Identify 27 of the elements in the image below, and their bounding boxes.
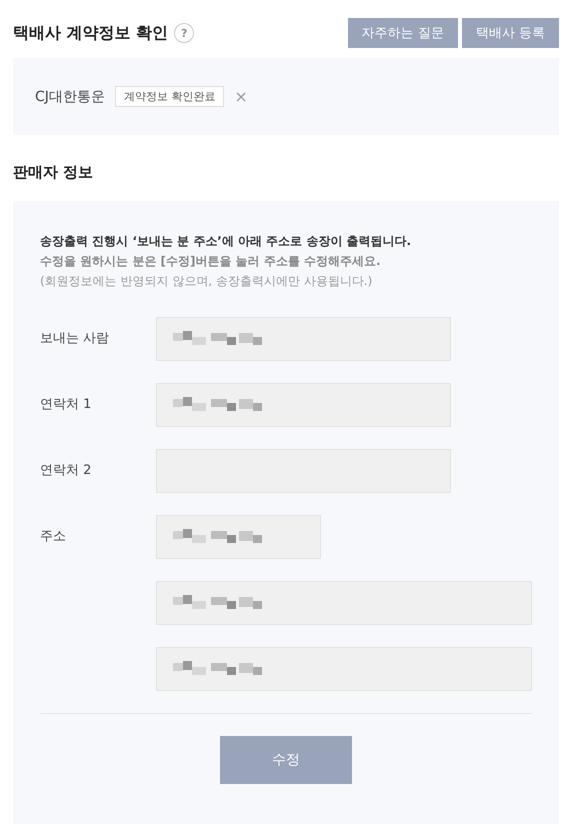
pixelated-text-icon	[173, 595, 263, 611]
pixelated-text-icon	[173, 661, 263, 677]
input-field[interactable]	[156, 581, 532, 625]
notice-text: (회원정보에는 반영되지 않으며, 송장출력시에만 사용됩니다.)	[40, 273, 374, 290]
carrier-name: CJ대한통운	[35, 88, 105, 106]
header-button[interactable]: 자주하는 질문	[348, 18, 458, 48]
pixelated-text-icon	[173, 331, 263, 347]
field-label: 연락처 1	[40, 396, 92, 414]
header-button[interactable]: 택배사 등록	[462, 18, 559, 48]
input-field[interactable]	[156, 449, 451, 493]
edit-button[interactable]: 수정	[220, 736, 352, 784]
field-label: 연락처 2	[40, 462, 92, 480]
field-label: 보내는 사람	[40, 330, 110, 348]
pixelated-text-icon	[173, 529, 263, 545]
input-field[interactable]	[156, 317, 451, 361]
notice-text: 송장출력 진행시 ‘보내는 분 주소’에 아래 주소로 송장이 출력됩니다.	[40, 233, 412, 250]
input-field[interactable]	[156, 647, 532, 691]
input-field[interactable]	[156, 515, 321, 559]
help-icon[interactable]: ?	[174, 23, 194, 43]
section-title: 택배사 계약정보 확인	[13, 22, 168, 44]
close-icon[interactable]: ×	[234, 87, 248, 106]
input-field[interactable]	[156, 383, 451, 427]
section-title: 판매자 정보	[13, 163, 94, 183]
status-badge: 계약정보 확인완료	[114, 86, 224, 107]
field-label: 주소	[40, 528, 67, 546]
pixelated-text-icon	[173, 397, 263, 413]
notice-text: 수정을 원하시는 분은 [수정]버튼을 눌러 주소를 수정해주세요.	[40, 253, 382, 270]
